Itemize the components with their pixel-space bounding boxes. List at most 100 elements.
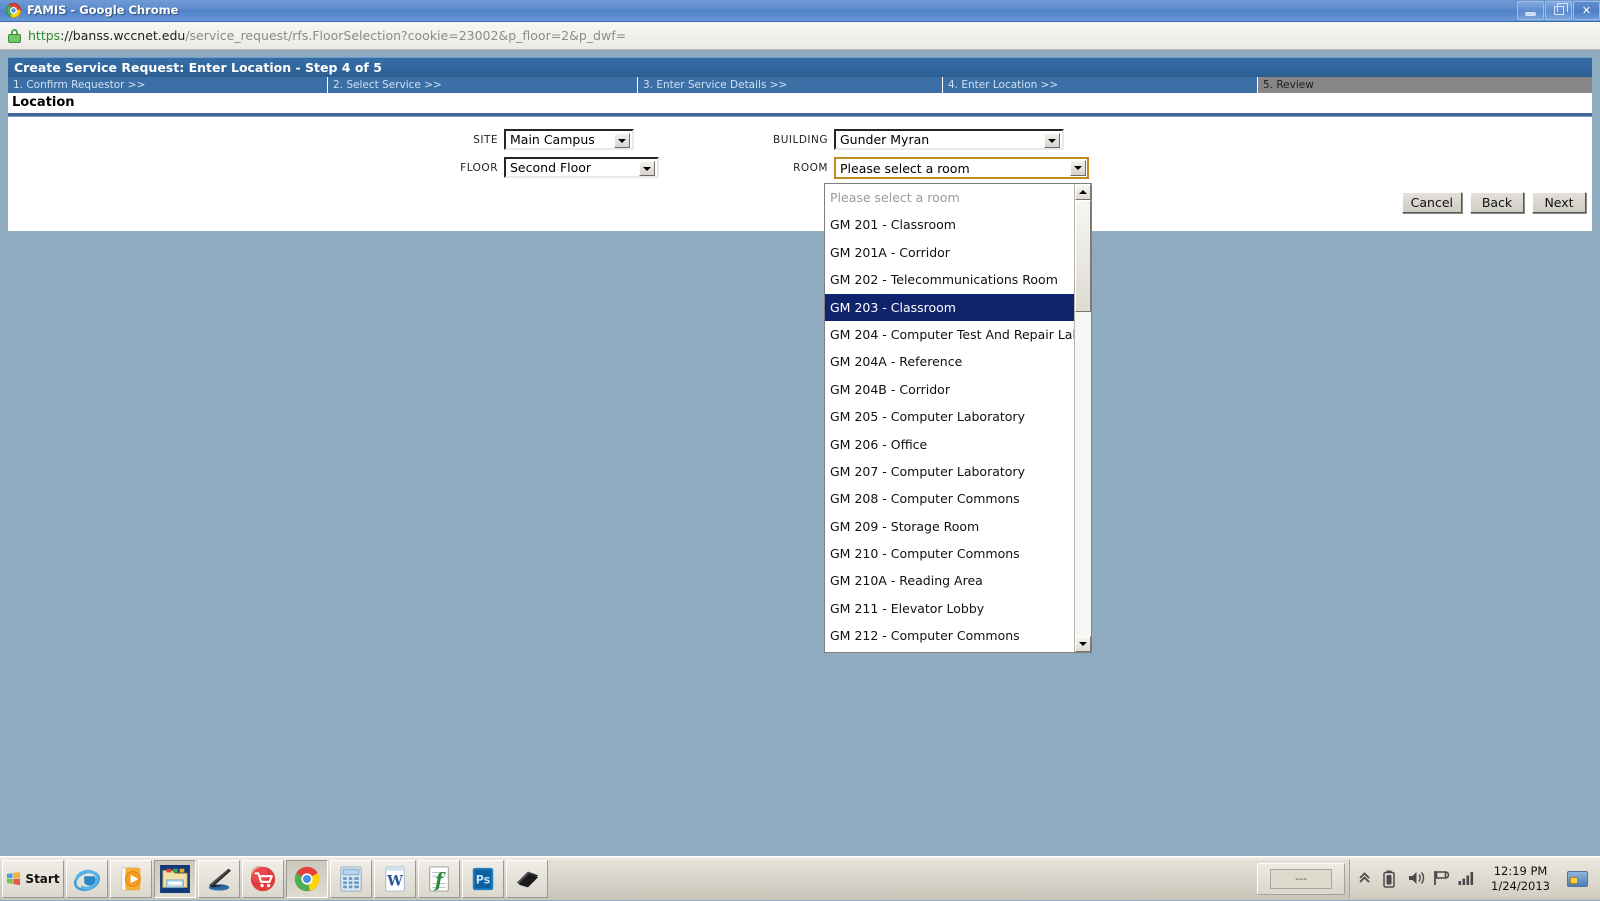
room-field: ROOM Please select a room [748,157,1089,179]
step-3-enter-service-details[interactable]: 3. Enter Service Details >> [638,77,943,93]
floor-label: FLOOR [408,162,498,174]
room-option[interactable]: GM 208 - Computer Commons [825,485,1074,512]
floor-select[interactable]: Second Floor [504,157,659,178]
taskbar-item-shopping-cart-app[interactable] [242,860,284,898]
scrollbar-thumb[interactable] [1075,200,1091,312]
taskbar-item-laptop-app[interactable] [198,860,240,898]
taskbar-item-windows-explorer[interactable] [154,860,196,898]
titlebar-left: FAMIS - Google Chrome [6,2,178,18]
function-icon: f [426,865,452,893]
signal-bars-icon[interactable] [1458,870,1474,887]
building-select[interactable]: Gunder Myran [834,129,1064,150]
room-dropdown-list[interactable]: Please select a roomGM 201 - ClassroomGM… [824,183,1092,653]
svg-text:Ps: Ps [476,873,491,886]
back-button[interactable]: Back [1470,192,1524,213]
taskbar-item-book-app[interactable] [506,860,548,898]
site-select[interactable]: Main Campus [504,129,634,150]
step-1-confirm-requestor[interactable]: 1. Confirm Requestor >> [8,77,328,93]
site-value: Main Campus [510,132,595,147]
room-option[interactable]: GM 210 - Computer Commons [825,540,1074,567]
building-chevron-down-icon[interactable] [1044,133,1060,148]
browser-titlebar: FAMIS - Google Chrome ✕ [0,0,1600,22]
url-host: ://banss.wccnet.edu [60,28,185,43]
windows-taskbar: Start [0,856,1600,900]
room-option[interactable]: GM 202 - Telecommunications Room [825,266,1074,293]
chrome-logo-icon [6,3,21,18]
system-tray: 12:19 PM 1/24/2013 [1349,860,1600,898]
close-button[interactable]: ✕ [1573,1,1600,20]
internet-explorer-icon [72,865,102,893]
room-option[interactable]: GM 201 - Classroom [825,211,1074,238]
step-2-select-service[interactable]: 2. Select Service >> [328,77,638,93]
room-option[interactable]: GM 201A - Corridor [825,239,1074,266]
room-option[interactable]: GM 205 - Computer Laboratory [825,403,1074,430]
room-label: ROOM [748,162,828,174]
room-option[interactable]: GM 211 - Elevator Lobby [825,595,1074,622]
room-option[interactable]: Please select a room [825,184,1074,211]
room-chevron-down-icon[interactable] [1070,160,1086,176]
floor-chevron-down-icon[interactable] [639,161,655,176]
start-button[interactable]: Start [2,860,64,898]
site-chevron-down-icon[interactable] [614,133,630,148]
scroll-up-arrow-icon[interactable] [1075,184,1091,200]
step-navigation: 1. Confirm Requestor >> 2. Select Servic… [8,77,1592,93]
cancel-button[interactable]: Cancel [1402,192,1462,213]
language-bar[interactable]: --- [1257,863,1345,895]
flag-icon[interactable] [1433,870,1449,887]
show-desktop-icon[interactable] [1567,871,1588,887]
room-option[interactable]: GM 203 - Classroom [825,294,1074,321]
room-option[interactable]: GM 210A - Reading Area [825,567,1074,594]
url-text[interactable]: https://banss.wccnet.edu/service_request… [28,29,626,43]
volume-icon[interactable] [1408,870,1424,887]
page-title: Create Service Request: Enter Location -… [8,57,1592,77]
word-icon: W [382,865,408,893]
photoshop-icon: Ps [470,865,496,893]
folder-icon [160,865,190,893]
taskbar-item-function-app[interactable]: f [418,860,460,898]
taskbar-clock[interactable]: 12:19 PM 1/24/2013 [1483,864,1558,894]
minimize-button[interactable] [1517,1,1544,20]
language-bar-value: --- [1270,869,1332,889]
taskbar-item-media-player[interactable] [110,860,152,898]
scroll-down-arrow-icon[interactable] [1075,636,1091,652]
clock-time: 12:19 PM [1491,864,1550,879]
room-option[interactable]: GM 204B - Corridor [825,376,1074,403]
browser-address-bar[interactable]: https://banss.wccnet.edu/service_request… [0,22,1600,50]
taskbar-tray-region: --- 12:19 PM 1/24/2013 [1257,857,1600,901]
scrollbar-track[interactable] [1075,200,1091,636]
taskbar-item-internet-explorer[interactable] [66,860,108,898]
room-select[interactable]: Please select a room [834,157,1089,179]
maximize-button[interactable] [1545,1,1572,20]
lock-icon [8,29,21,43]
building-label: BUILDING [748,134,828,146]
next-button[interactable]: Next [1532,192,1586,213]
chevron-up-icon[interactable] [1358,870,1374,887]
step-4-enter-location[interactable]: 4. Enter Location >> [943,77,1258,93]
taskbar-item-microsoft-word[interactable]: W [374,860,416,898]
url-scheme: https [28,28,60,43]
room-dropdown-options[interactable]: Please select a roomGM 201 - ClassroomGM… [825,184,1074,652]
browser-window: FAMIS - Google Chrome ✕ https://banss.wc… [0,0,1600,50]
room-option[interactable]: GM 209 - Storage Room [825,513,1074,540]
room-option[interactable]: GM 204A - Reference [825,348,1074,375]
chrome-icon [293,865,321,893]
site-field: SITE Main Campus [408,129,634,150]
minimize-icon [1525,12,1536,16]
room-option[interactable]: GM 207 - Computer Laboratory [825,458,1074,485]
url-path: /service_request/rfs.FloorSelection?cook… [185,28,626,43]
dropdown-scrollbar[interactable] [1074,184,1091,652]
clock-date: 1/24/2013 [1491,879,1550,894]
taskbar-item-photoshop[interactable]: Ps [462,860,504,898]
floor-value: Second Floor [510,160,591,175]
battery-icon[interactable] [1383,870,1399,887]
site-label: SITE [408,134,498,146]
taskbar-item-google-chrome[interactable] [286,860,328,898]
taskbar-item-calculator[interactable] [330,860,372,898]
step-5-review: 5. Review [1258,77,1592,93]
window-controls: ✕ [1516,1,1600,20]
room-option[interactable]: GM 206 - Office [825,431,1074,458]
room-option[interactable]: GM 204 - Computer Test And Repair Lab [825,321,1074,348]
form-buttons: Cancel Back Next [1402,192,1586,213]
room-option[interactable]: GM 212 - Computer Commons [825,622,1074,649]
windows-logo-icon [6,871,21,886]
